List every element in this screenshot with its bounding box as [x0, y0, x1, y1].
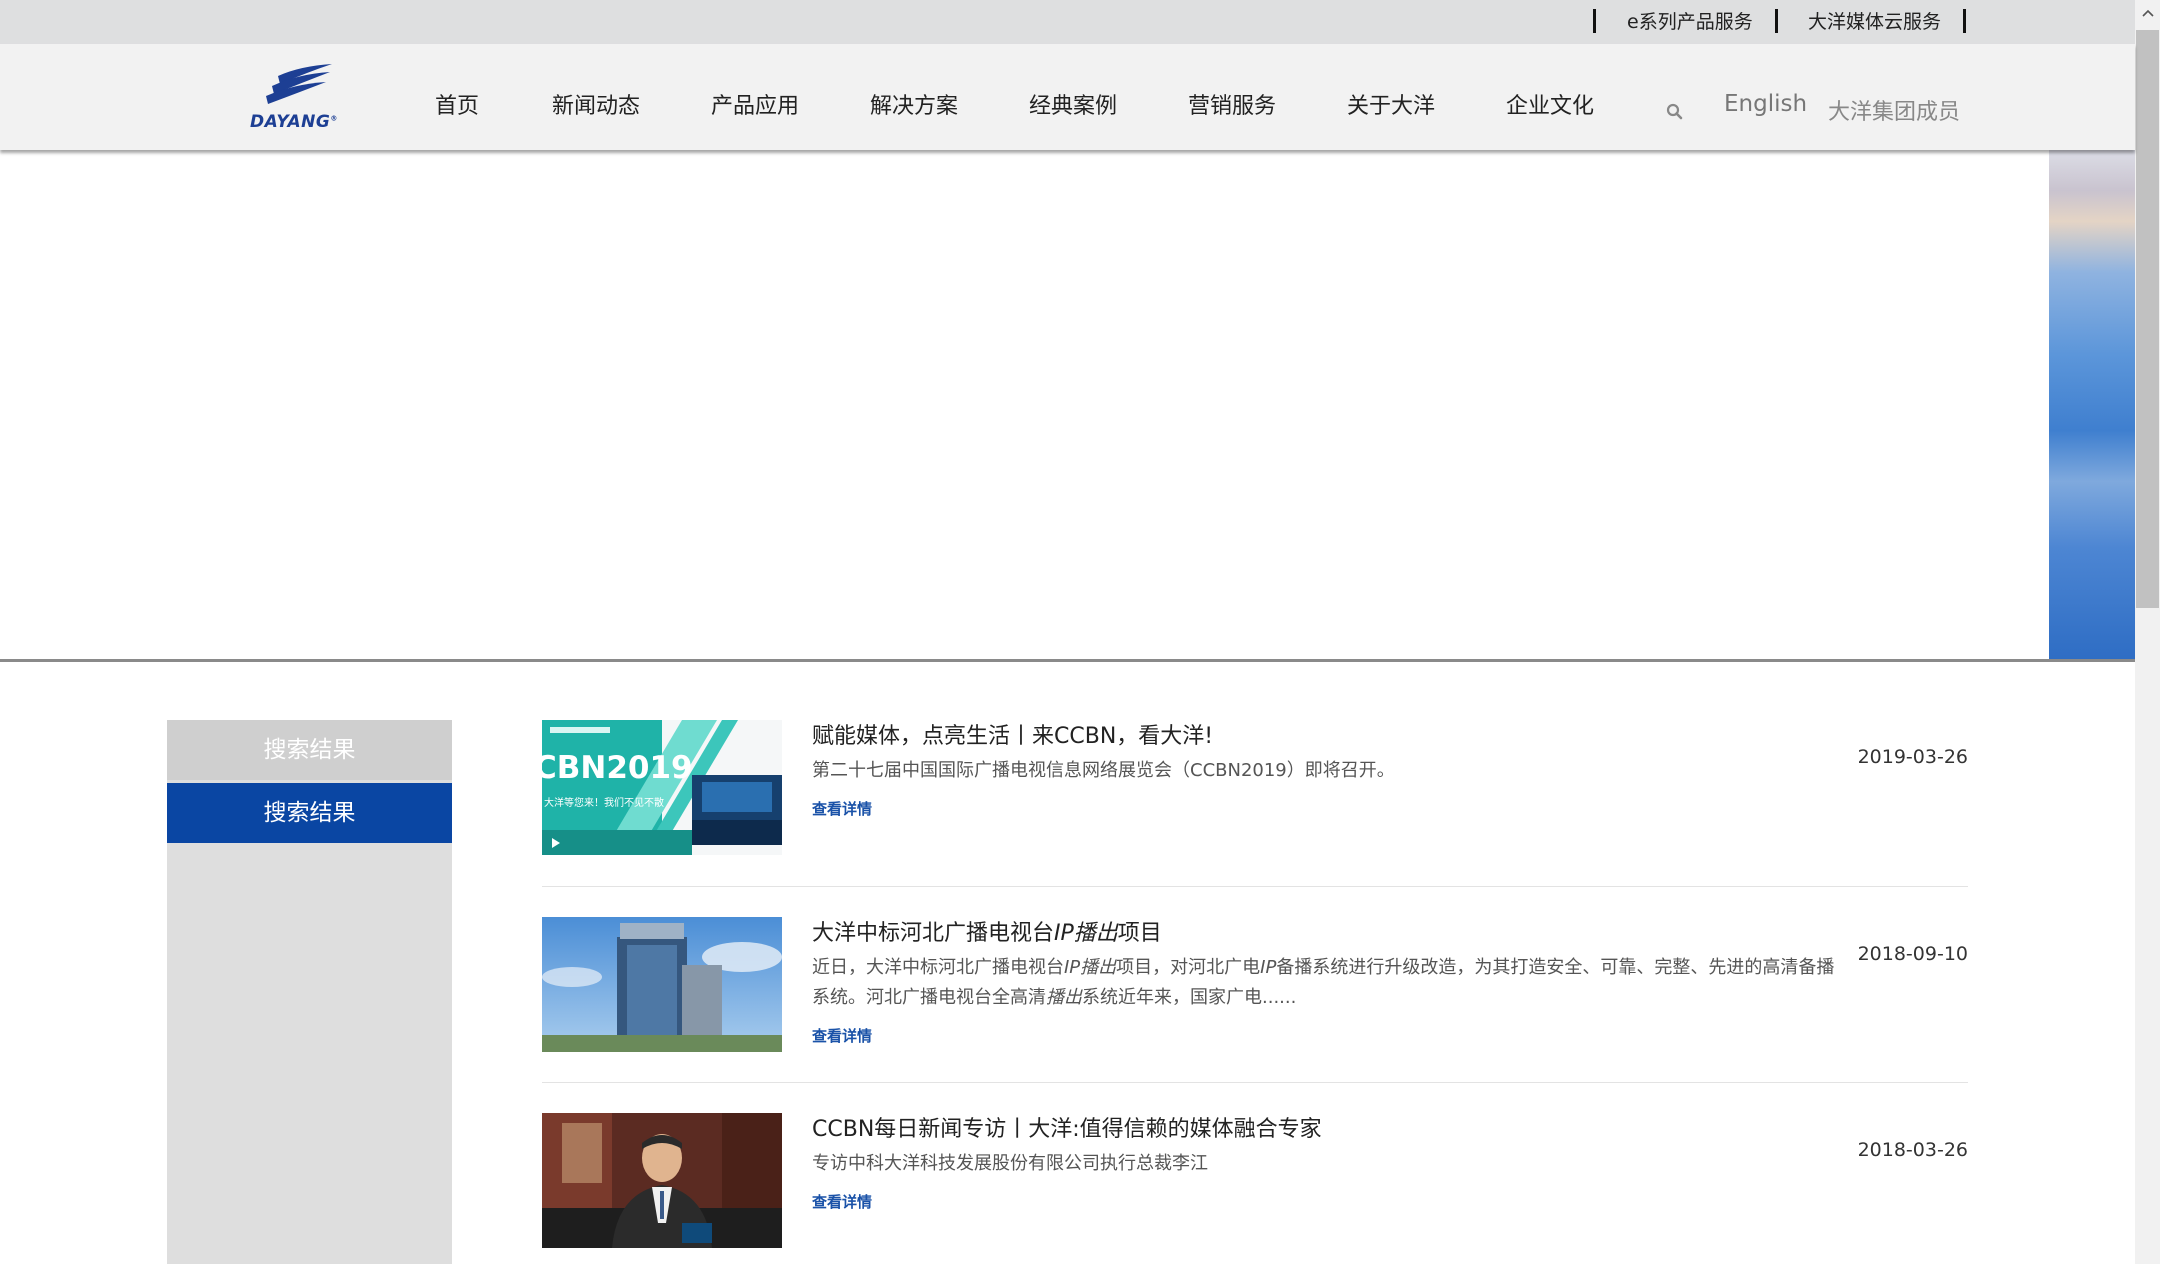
nav-solutions[interactable]: 解决方案 — [870, 94, 958, 120]
result-description: 专访中科大洋科技发展股份有限公司执行总裁李江 — [812, 1153, 1208, 1174]
logo-text: DAYANG® — [250, 112, 338, 132]
link-media-cloud-service[interactable]: 大洋媒体云服务 — [1808, 9, 1941, 35]
language-switch[interactable]: English — [1724, 91, 1807, 117]
view-details-link[interactable]: 查看详情 — [812, 798, 872, 819]
sidebar-heading: 搜索结果 — [167, 720, 452, 780]
result-title[interactable]: CCBN每日新闻专访丨大洋:值得信赖的媒体融合专家 — [812, 1111, 1322, 1143]
nav-cases[interactable]: 经典案例 — [1029, 94, 1117, 120]
result-thumbnail[interactable] — [542, 917, 782, 1052]
ccbn-thumbnail-image — [542, 720, 782, 855]
thumb-subline: 大洋等您来！我们不见不散 — [544, 798, 664, 809]
sidebar: 搜索结果 搜索结果 — [167, 720, 452, 1264]
main-header: DAYANG® 首页 新闻动态 产品应用 解决方案 经典案例 营销服务 关于大洋… — [0, 44, 2135, 150]
result-date: 2018-09-10 — [1857, 943, 1968, 965]
nav-home[interactable]: 首页 — [435, 94, 479, 120]
view-details-link[interactable]: 查看详情 — [812, 1025, 872, 1046]
utility-separator — [1775, 9, 1778, 33]
search-icon[interactable] — [1665, 102, 1685, 122]
nav-marketing[interactable]: 营销服务 — [1188, 94, 1276, 120]
result-item: CBN2019 大洋等您来！我们不见不散 赋能媒体，点亮生活丨来CCBN，看大洋… — [542, 720, 1968, 895]
banner-divider — [0, 659, 2135, 662]
banner — [0, 150, 2135, 660]
result-item: 大洋中标河北广播电视台IP播出项目 近日，大洋中标河北广播电视台IP播出项目，对… — [542, 917, 1968, 1092]
page-scrollbar[interactable] — [2135, 0, 2160, 1264]
utility-separator — [1593, 9, 1596, 33]
thumb-headline: CBN2019 — [542, 750, 693, 786]
group-members-link[interactable]: 大洋集团成员 — [1828, 94, 1960, 126]
nav-products[interactable]: 产品应用 — [711, 94, 799, 120]
result-divider — [542, 886, 1968, 887]
scroll-up-icon[interactable] — [2135, 0, 2160, 25]
sidebar-item-search-results[interactable]: 搜索结果 — [167, 783, 452, 843]
result-description: 近日，大洋中标河北广播电视台IP播出项目，对河北广电IP备播系统进行升级改造，为… — [812, 957, 1835, 1008]
top-utility-bar: e系列产品服务 大洋媒体云服务 — [0, 0, 2135, 44]
result-date: 2019-03-26 — [1857, 746, 1968, 768]
result-thumbnail[interactable]: CBN2019 大洋等您来！我们不见不散 — [542, 720, 782, 855]
result-title[interactable]: 赋能媒体，点亮生活丨来CCBN，看大洋! — [812, 718, 1213, 750]
nav-about[interactable]: 关于大洋 — [1347, 94, 1435, 120]
result-title[interactable]: 大洋中标河北广播电视台IP播出项目 — [812, 915, 1162, 947]
building-thumbnail-image — [542, 917, 782, 1052]
view-details-link[interactable]: 查看详情 — [812, 1191, 872, 1212]
banner-image — [2049, 150, 2135, 660]
link-e-series-service[interactable]: e系列产品服务 — [1627, 9, 1753, 35]
portrait-thumbnail-image — [542, 1113, 782, 1248]
result-item: CCBN每日新闻专访丨大洋:值得信赖的媒体融合专家 专访中科大洋科技发展股份有限… — [542, 1113, 1968, 1264]
result-thumbnail[interactable] — [542, 1113, 782, 1248]
logo[interactable]: DAYANG® — [246, 62, 346, 134]
result-description: 第二十七届中国国际广播电视信息网络展览会（CCBN2019）即将召开。 — [812, 760, 1395, 781]
nav-news[interactable]: 新闻动态 — [552, 94, 640, 120]
nav-culture[interactable]: 企业文化 — [1506, 94, 1594, 120]
scrollbar-thumb[interactable] — [2136, 30, 2159, 608]
result-divider — [542, 1082, 1968, 1083]
result-date: 2018-03-26 — [1857, 1139, 1968, 1161]
logo-icon — [266, 64, 332, 104]
utility-separator — [1963, 9, 1966, 33]
